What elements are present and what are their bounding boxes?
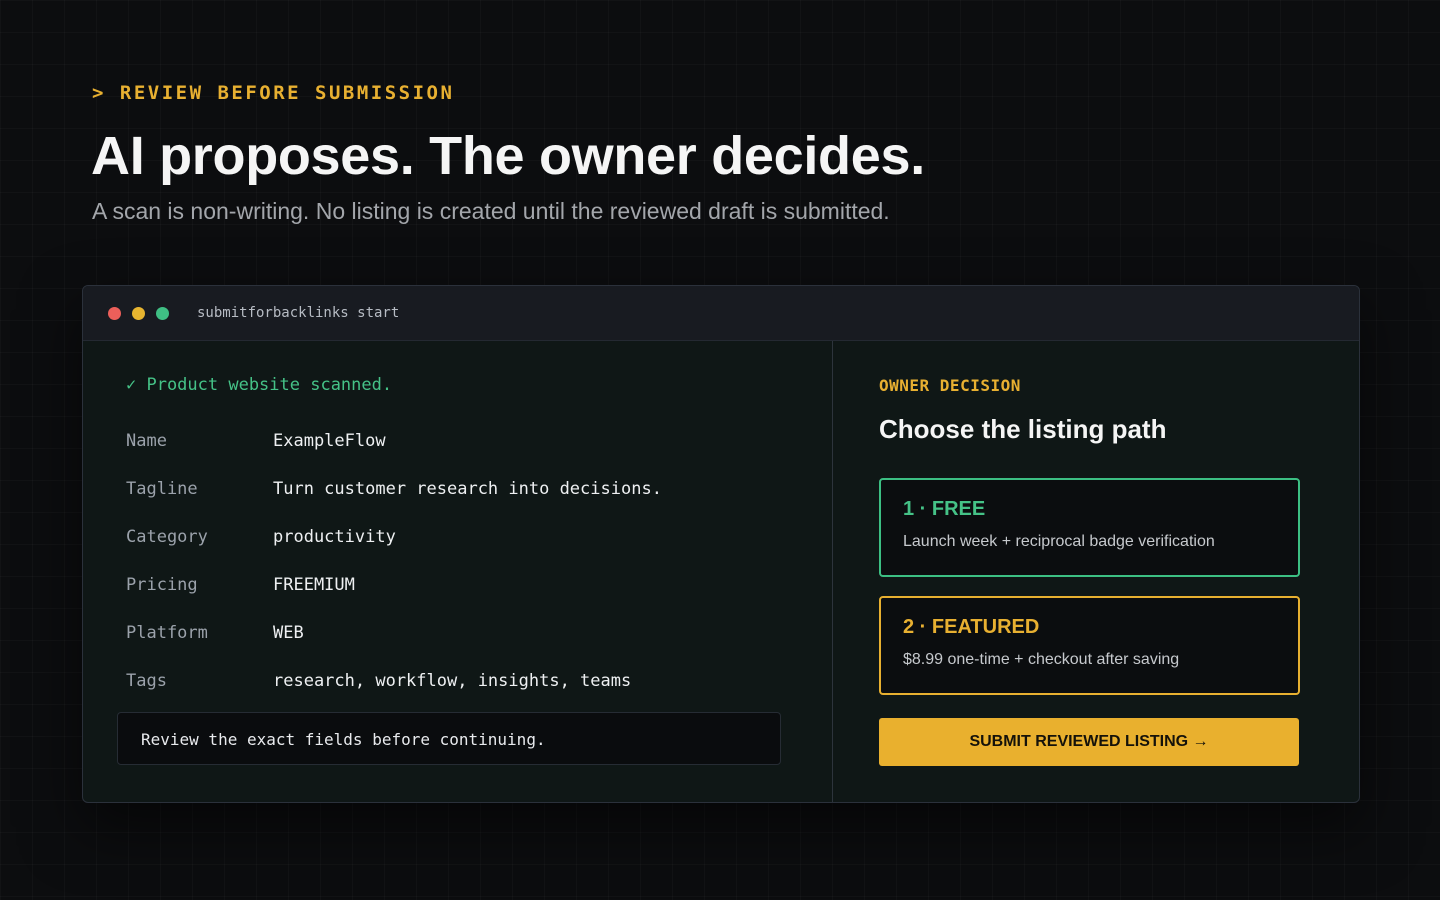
field-label: Platform: [126, 623, 208, 643]
option-description: $8.99 one-time + checkout after saving: [903, 651, 1180, 668]
option-title: 1 · FREE: [903, 498, 986, 520]
terminal-window: submitforbacklinks start ✓ Product websi…: [82, 285, 1360, 803]
window-titlebar: submitforbacklinks start: [83, 286, 1359, 341]
field-label: Tagline: [126, 479, 198, 499]
close-window-dot[interactable]: [108, 307, 121, 320]
field-value: ExampleFlow: [273, 431, 386, 451]
submit-reviewed-listing-button[interactable]: SUBMIT REVIEWED LISTING →: [879, 718, 1299, 766]
page-headline: AI proposes. The owner decides.: [91, 126, 925, 186]
scan-results-pane: ✓ Product website scanned. Name ExampleF…: [83, 341, 833, 802]
featured-listing-option[interactable]: 2 · FEATURED $8.99 one-time + checkout a…: [879, 596, 1300, 695]
field-label: Name: [126, 431, 167, 451]
decision-eyebrow: OWNER DECISION: [879, 376, 1021, 395]
terminal-command: submitforbacklinks start: [197, 305, 400, 321]
review-note-box: Review the exact fields before continuin…: [117, 712, 781, 765]
option-title: 2 · FEATURED: [903, 616, 1040, 638]
scan-status: ✓ Product website scanned.: [126, 375, 393, 395]
review-note-text: Review the exact fields before continuin…: [141, 730, 546, 749]
page-subhead: A scan is non-writing. No listing is cre…: [92, 198, 890, 224]
section-eyebrow: > REVIEW BEFORE SUBMISSION: [92, 82, 455, 104]
field-value: WEB: [273, 623, 304, 643]
field-value: productivity: [273, 527, 396, 547]
field-label: Tags: [126, 671, 167, 691]
field-value: FREEMIUM: [273, 575, 355, 595]
field-value: research, workflow, insights, teams: [273, 671, 632, 691]
field-value: Turn customer research into decisions.: [273, 479, 662, 499]
field-label: Category: [126, 527, 208, 547]
minimize-window-dot[interactable]: [132, 307, 145, 320]
option-description: Launch week + reciprocal badge verificat…: [903, 533, 1215, 550]
maximize-window-dot[interactable]: [156, 307, 169, 320]
free-listing-option[interactable]: 1 · FREE Launch week + reciprocal badge …: [879, 478, 1300, 577]
decision-title: Choose the listing path: [879, 414, 1167, 444]
owner-decision-pane: OWNER DECISION Choose the listing path 1…: [833, 341, 1359, 802]
field-label: Pricing: [126, 575, 198, 595]
